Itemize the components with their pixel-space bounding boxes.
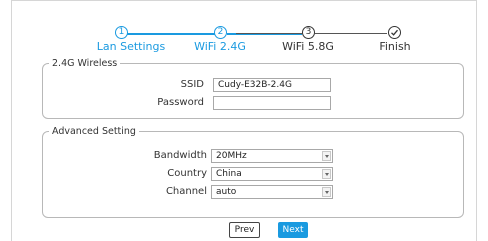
bandwidth-label: Bandwidth bbox=[153, 150, 207, 161]
channel-select-value: auto bbox=[216, 187, 237, 197]
chevron-down-icon[interactable] bbox=[322, 169, 331, 179]
step-circle-3: 3 bbox=[302, 26, 315, 39]
setup-stepper: 1 2 3 Lan Settings WiFi 2.4G WiFi 5.8G F… bbox=[0, 0, 488, 60]
password-field[interactable] bbox=[213, 96, 331, 110]
step-circle-1: 1 bbox=[115, 26, 128, 39]
step-connector-1-2 bbox=[127, 33, 215, 35]
advanced-legend: Advanced Setting bbox=[52, 126, 136, 137]
step-circle-4 bbox=[388, 26, 401, 39]
next-button[interactable]: Next bbox=[278, 222, 308, 238]
country-select[interactable]: China bbox=[211, 167, 333, 181]
step-label-wifi-58g: WiFi 5.8G bbox=[282, 40, 334, 53]
chevron-down-icon[interactable] bbox=[322, 151, 331, 161]
ssid-label: SSID bbox=[180, 79, 204, 90]
step-circle-2: 2 bbox=[214, 26, 227, 39]
step-connector-3-4 bbox=[315, 33, 387, 34]
step-label-finish: Finish bbox=[379, 40, 411, 53]
ssid-field[interactable]: Cudy-E32B-2.4G bbox=[213, 78, 331, 92]
step-label-lan-settings: Lan Settings bbox=[96, 40, 166, 53]
channel-select[interactable]: auto bbox=[211, 185, 333, 199]
prev-button[interactable]: Prev bbox=[229, 222, 260, 238]
channel-label: Channel bbox=[165, 186, 207, 197]
chevron-down-icon[interactable] bbox=[322, 187, 331, 197]
password-label: Password bbox=[157, 97, 204, 108]
step-connector-2-3-pending bbox=[236, 33, 302, 34]
bandwidth-select-value: 20MHz bbox=[216, 151, 247, 161]
country-select-value: China bbox=[216, 169, 242, 179]
step-label-wifi-24g: WiFi 2.4G bbox=[194, 40, 246, 53]
bandwidth-select[interactable]: 20MHz bbox=[211, 149, 333, 163]
country-label: Country bbox=[167, 168, 207, 179]
check-icon bbox=[391, 29, 398, 36]
wireless-legend: 2.4G Wireless bbox=[52, 58, 118, 69]
